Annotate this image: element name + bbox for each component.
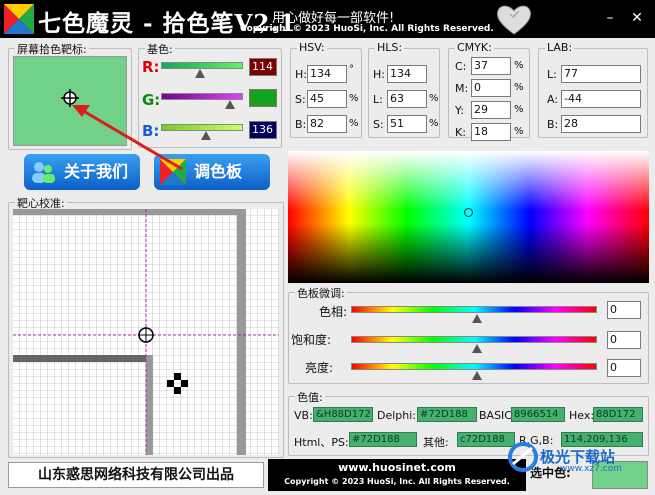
hls-h-label: H: — [373, 68, 385, 81]
delphi-value[interactable]: #72D188 — [417, 407, 477, 422]
b-value[interactable]: 136 — [249, 121, 277, 139]
footer-banner: www.huosinet.com Copyright © 2023 HuoSi,… — [268, 459, 526, 491]
hue-slider-thumb[interactable] — [472, 314, 482, 323]
copyright-header: Copyright © 2023 HuoSi, Inc. All Rights … — [240, 24, 494, 34]
hls-label: HLS: — [375, 41, 405, 54]
percent-unit: % — [514, 126, 524, 137]
hex-value[interactable]: 88D172 — [593, 407, 643, 422]
title-bar[interactable]: 七色魔灵 - 拾色笔V2.1 用心做好每一部软件! Copyright © 20… — [0, 0, 655, 38]
percent-unit: % — [429, 118, 439, 129]
other-label: 其他: — [423, 436, 449, 449]
hue-slider-track[interactable] — [351, 306, 597, 313]
rgb-values-value[interactable]: 114,209,136 — [561, 432, 643, 447]
cmyk-group: CMYK: C: 37 % M: 0 % Y: 29 % K: 18 % — [448, 41, 530, 141]
color-spectrum[interactable] — [288, 151, 649, 283]
saturation-value-field[interactable]: 0 — [607, 331, 641, 349]
watermark-site: www.xz7.com — [560, 464, 622, 474]
html-ps-label: Html、PS: — [294, 436, 349, 449]
brightness-slider-track[interactable] — [351, 363, 597, 370]
vb-value[interactable]: &H88D172 — [313, 407, 373, 422]
r-label: R: — [142, 58, 160, 76]
magnifier-grid[interactable] — [13, 209, 279, 455]
hls-s-field[interactable]: 51 — [387, 115, 427, 133]
cmyk-m-field[interactable]: 0 — [471, 79, 511, 97]
hsv-label: HSV: — [297, 41, 327, 54]
percent-unit: % — [349, 118, 359, 129]
brightness-value-field[interactable]: 0 — [607, 359, 641, 377]
hsv-s-field[interactable]: 45 — [307, 90, 347, 108]
cmyk-c-label: C: — [455, 60, 467, 73]
r-slider-thumb[interactable] — [195, 69, 205, 78]
delphi-label: Delphi: — [377, 409, 417, 422]
cmyk-y-field[interactable]: 29 — [471, 101, 511, 119]
heart-logo-icon — [497, 5, 531, 35]
adjust-group: 色板微调: 色相: 0 饱和度: 0 亮度: 0 — [288, 285, 649, 384]
magnifier-group: 靶心校准: — [8, 195, 284, 458]
palette-label: 调色板 — [194, 162, 243, 181]
saturation-label: 饱和度: — [291, 333, 332, 347]
lab-l-field[interactable]: 77 — [561, 65, 641, 83]
lab-b-label: B: — [547, 118, 559, 131]
cmyk-y-label: Y: — [455, 104, 464, 117]
lab-a-field[interactable]: -44 — [561, 90, 641, 108]
hls-l-label: L: — [373, 93, 383, 106]
cmyk-k-field[interactable]: 18 — [471, 123, 511, 141]
percent-unit: % — [514, 104, 524, 115]
degree-unit: ° — [349, 64, 354, 75]
footer-site[interactable]: www.huosinet.com — [268, 461, 526, 474]
hls-s-label: S: — [373, 118, 384, 131]
hue-value-field[interactable]: 0 — [607, 301, 641, 319]
percent-unit: % — [514, 60, 524, 71]
saturation-slider-thumb[interactable] — [472, 344, 482, 353]
hsv-h-field[interactable]: 134 — [307, 65, 347, 83]
brightness-slider-thumb[interactable] — [472, 371, 482, 380]
cmyk-c-field[interactable]: 37 — [471, 57, 511, 75]
lab-label: LAB: — [545, 41, 575, 54]
hls-h-field[interactable]: 134 — [387, 65, 427, 83]
hsv-h-label: H: — [295, 68, 307, 81]
hue-label: 色相: — [319, 305, 348, 319]
adjust-label: 色板微调: — [295, 285, 347, 301]
footer-copyright: Copyright © 2023 HuoSi, Inc. All Rights … — [284, 477, 510, 486]
lab-a-label: A: — [547, 93, 559, 106]
saturation-slider-track[interactable] — [351, 336, 597, 343]
percent-unit: % — [349, 93, 359, 104]
percent-unit: % — [429, 93, 439, 104]
company-name: 山东惑思网络科技有限公司出品 — [8, 462, 264, 488]
hsv-group: HSV: H: 134 ° S: 45 % B: 82 % — [290, 41, 362, 138]
r-slider-track[interactable] — [161, 62, 243, 69]
lab-group: LAB: L: 77 A: -44 B: 28 — [538, 41, 648, 138]
lab-l-label: L: — [547, 68, 557, 81]
close-button[interactable]: ✕ — [627, 8, 647, 28]
minimize-button[interactable]: – — [600, 8, 620, 28]
users-icon — [32, 162, 55, 183]
b-slider-thumb[interactable] — [201, 131, 211, 140]
cmyk-label: CMYK: — [455, 41, 494, 54]
hsv-b-field[interactable]: 82 — [307, 115, 347, 133]
watermark-logo-icon — [508, 442, 538, 472]
g-value[interactable]: 209 — [249, 89, 277, 107]
rgb-label: 基色: — [145, 41, 175, 57]
brightness-label: 亮度: — [305, 361, 334, 375]
basic-value[interactable]: 8966514 — [511, 407, 565, 422]
hls-l-field[interactable]: 63 — [387, 90, 427, 108]
vb-label: VB: — [294, 409, 313, 422]
hex-label: Hex: — [569, 409, 595, 422]
html-ps-value[interactable]: #72D188 — [349, 432, 417, 447]
hsv-b-label: B: — [295, 118, 307, 131]
values-label: 色值: — [295, 389, 325, 405]
picker-label: 屏幕拾色靶标: — [15, 41, 89, 57]
spectrum-selector-icon[interactable] — [464, 208, 473, 217]
other-value[interactable]: c72D188 — [457, 432, 515, 447]
lab-b-field[interactable]: 28 — [561, 115, 641, 133]
g-slider-thumb[interactable] — [225, 100, 235, 109]
app-logo-icon — [4, 4, 34, 34]
hls-group: HLS: H: 134 L: 63 % S: 51 % — [368, 41, 440, 138]
r-value[interactable]: 114 — [249, 58, 277, 76]
percent-unit: % — [514, 82, 524, 93]
cmyk-m-label: M: — [455, 82, 469, 95]
cmyk-k-label: K: — [455, 126, 466, 139]
hsv-s-label: S: — [295, 93, 306, 106]
arrow-annotation-icon — [72, 105, 183, 171]
